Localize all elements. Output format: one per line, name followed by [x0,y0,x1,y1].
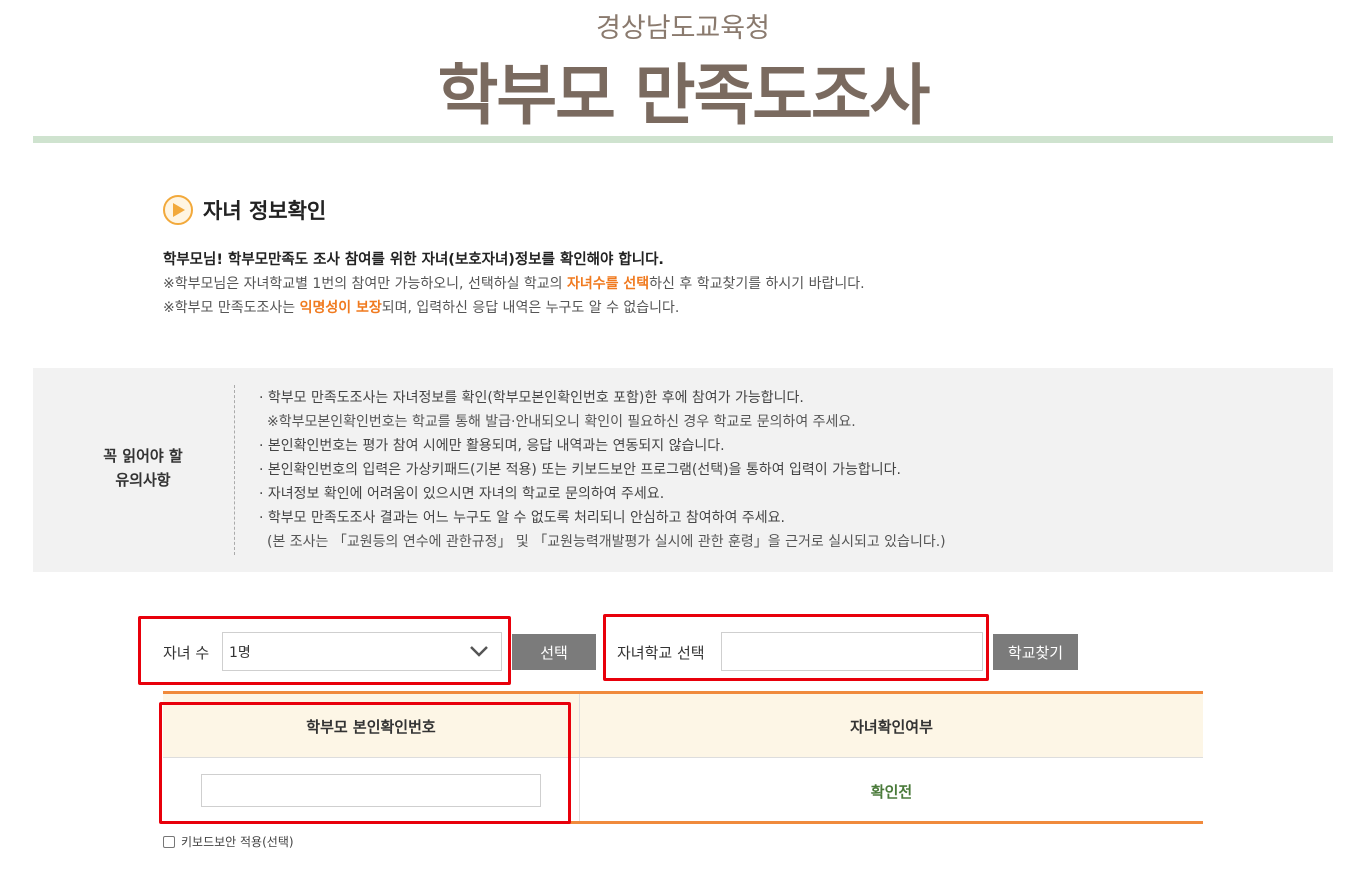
intro-line-3-highlight: 익명성이 보장 [299,300,382,316]
notice-list: · 학부모 만족도조사는 자녀정보를 확인(학부모본인확인번호 포함)한 후에 … [259,386,946,554]
intro-line-3-pre: ※학부모 만족도조사는 [163,300,300,316]
children-count-select[interactable]: 1명 [222,632,502,671]
intro-line-2-pre: ※학부모님은 자녀학교별 1번의 참여만 가능하오니, 선택하실 학교의 [163,276,567,292]
intro-bold: 학부모님! 학부모만족도 조사 참여를 위한 자녀(보호자녀)정보를 확인해야 … [163,252,664,268]
notice-label-line-1: 꼭 읽어야 할 [103,447,183,465]
intro-line-2: ※학부모님은 자녀학교별 1번의 참여만 가능하오니, 선택하실 학교의 자녀수… [163,272,865,296]
school-select-label: 자녀학교 선택 [617,644,705,662]
play-circle-icon [163,195,193,225]
keyboard-security-checkbox[interactable] [163,835,175,848]
confirm-status: 확인전 [870,783,913,801]
notice-item: · 본인확인번호의 입력은 가상키패드(기본 적용) 또는 키보드보안 프로그램… [259,462,901,478]
notice-item: · 본인확인번호는 평가 참여 시에만 활용되며, 응답 내역과는 연동되지 않… [259,438,725,454]
table-top-border [163,691,1203,694]
notice-item: ※학부모본인확인번호는 학교를 통해 발급·안내되오니 확인이 필요하신 경우 … [267,414,856,430]
intro-line-2-highlight: 자녀수를 선택 [567,276,650,292]
keyboard-security-option[interactable]: 키보드보안 적용(선택) [163,833,294,850]
org-name: 경상남도교육청 [596,13,770,44]
notice-item: · 학부모 만족도조사 결과는 어느 누구도 알 수 없도록 처리되니 안심하고… [259,510,785,526]
status-column-header: 자녀확인여부 [850,718,933,736]
chevron-down-icon [470,646,488,657]
intro-line-3: ※학부모 만족도조사는 익명성이 보장되며, 입력하신 응답 내역은 누구도 알… [163,296,865,320]
find-school-button[interactable]: 학교찾기 [993,634,1078,670]
children-count-value: 1명 [229,644,251,661]
notice-box: 꼭 읽어야 할 유의사항 · 학부모 만족도조사는 자녀정보를 확인(학부모본인… [33,368,1333,572]
select-button[interactable]: 선택 [512,634,596,670]
children-count-label: 자녀 수 [163,644,210,662]
notice-item: (본 조사는 「교원등의 연수에 관한규정」 및 「교원능력개발평가 실시에 관… [267,534,946,550]
notice-label: 꼭 읽어야 할 유의사항 [33,444,253,492]
notice-divider [234,385,235,555]
page-title: 학부모 만족도조사 [437,57,931,134]
intro-line-2-post: 하신 후 학교찾기를 하시기 바랍니다. [649,276,865,292]
pin-highlight [159,702,571,824]
notice-item: · 학부모 만족도조사는 자녀정보를 확인(학부모본인확인번호 포함)한 후에 … [259,390,804,406]
school-input[interactable] [721,632,983,671]
intro-text: 학부모님! 학부모만족도 조사 참여를 위한 자녀(보호자녀)정보를 확인해야 … [163,248,865,320]
intro-line-3-post: 되며, 입력하신 응답 내역은 누구도 알 수 없습니다. [381,300,680,316]
title-divider [33,136,1333,143]
notice-item: · 자녀정보 확인에 어려움이 있으시면 자녀의 학교로 문의하여 주세요. [259,486,665,502]
keyboard-security-label: 키보드보안 적용(선택) [181,835,294,849]
section-heading: 자녀 정보확인 [163,195,326,225]
section-title: 자녀 정보확인 [203,199,327,223]
notice-label-line-2: 유의사항 [115,471,171,489]
